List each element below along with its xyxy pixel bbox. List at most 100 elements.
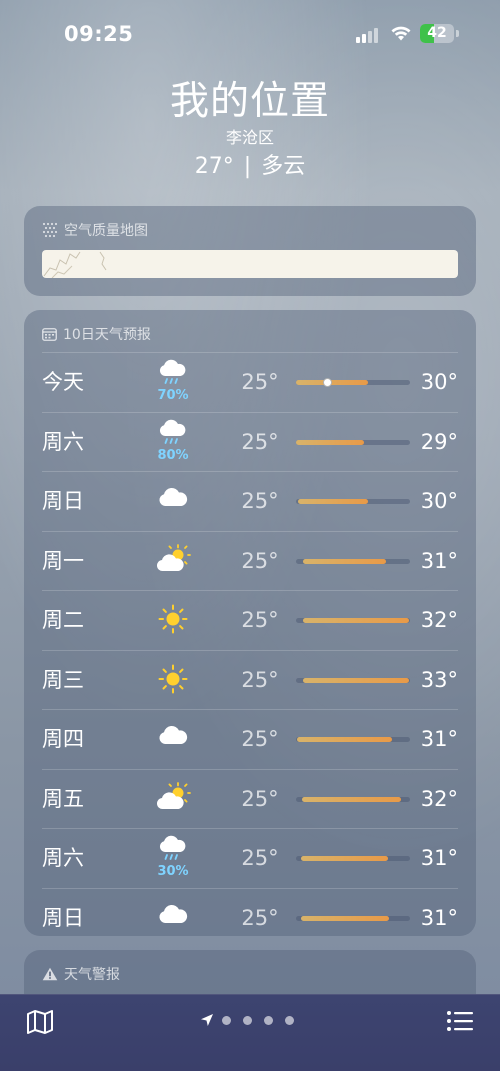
temp-range-fill: [302, 618, 409, 623]
forecast-day: 周六: [42, 429, 84, 454]
cloud-icon: [148, 710, 198, 768]
forecast-row[interactable]: 今天 70% 25° 30°: [42, 352, 458, 412]
low-temp: 25°: [241, 548, 279, 573]
high-temp: 33°: [420, 667, 458, 692]
forecast-title: 10日天气预报: [63, 327, 151, 343]
battery-level: 42: [427, 25, 447, 41]
forecast-row[interactable]: 周二 25° 32°: [42, 590, 458, 650]
low-temp: 25°: [241, 489, 279, 513]
precip-chance: 70%: [157, 388, 189, 403]
sun-icon: [148, 651, 198, 709]
page-dot[interactable]: [243, 1015, 252, 1025]
list-icon[interactable]: [446, 1009, 474, 1033]
temp-range-bar: [296, 499, 410, 504]
temp-range-fill: [297, 737, 392, 742]
temp-range-bar: [296, 856, 410, 861]
forecast-day: 周二: [42, 608, 84, 632]
status-bar: 09:25 42: [0, 0, 500, 60]
rain-icon: 70%: [148, 353, 198, 411]
air-quality-map[interactable]: [42, 250, 458, 278]
sun-icon: [148, 591, 198, 649]
forecast-card: 10日天气预报 今天 70% 25° 30° 周六 80% 25° 29° 周日 25° 30° 周一…: [24, 310, 476, 936]
low-temp: 25°: [241, 608, 279, 632]
temp-range-fill: [298, 499, 368, 504]
high-temp: 32°: [420, 786, 458, 811]
battery-nub: [456, 30, 459, 37]
cloud-icon: [148, 889, 198, 947]
high-temp: 29°: [420, 429, 458, 454]
temp-range-fill: [296, 439, 365, 445]
sun-cloud-icon: [148, 770, 198, 828]
temp-range-bar: [296, 378, 410, 387]
forecast-header: 10日天气预报: [42, 324, 151, 344]
temp-range-fill: [296, 380, 368, 385]
high-temp: 31°: [420, 727, 458, 751]
temp-range-bar: [296, 558, 410, 564]
forecast-day: 周日: [42, 489, 84, 513]
low-temp: 25°: [241, 905, 279, 930]
low-temp: 25°: [241, 727, 279, 751]
sun-cloud-icon: [148, 532, 198, 590]
precip-chance: 80%: [157, 447, 189, 463]
page-dot[interactable]: [222, 1015, 231, 1025]
temp-range-bar: [296, 796, 410, 802]
temp-range-bar: [296, 677, 410, 683]
rain-icon: 30%: [148, 829, 198, 887]
temp-range-fill: [300, 856, 389, 861]
forecast-row[interactable]: 周日 25° 31°: [42, 887, 458, 948]
status-time: 09:25: [64, 22, 134, 46]
map-icon[interactable]: [26, 1009, 54, 1035]
low-temp: 25°: [241, 786, 279, 811]
temp-range-bar: [296, 737, 410, 742]
high-temp: 31°: [420, 846, 458, 870]
forecast-day: 今天: [42, 370, 84, 394]
forecast-day: 周五: [42, 786, 84, 811]
temp-range-fill: [302, 558, 387, 564]
forecast-list: 今天 70% 25° 30° 周六 80% 25° 29° 周日 25° 30° 周一 25° 31° 周二…: [42, 352, 458, 947]
separator: |: [243, 154, 252, 179]
rain-icon: 80%: [148, 413, 198, 471]
current-temp-indicator: [322, 378, 332, 387]
cloud-icon: [148, 472, 198, 530]
calendar-icon: [42, 328, 57, 341]
battery-icon: 42: [420, 24, 454, 43]
air-quality-icon: [42, 222, 58, 238]
low-temp: 25°: [241, 846, 279, 870]
current-temp: 27°: [194, 154, 234, 179]
low-temp: 25°: [241, 667, 279, 692]
page-indicator[interactable]: [200, 1013, 306, 1027]
forecast-row[interactable]: 周五 25° 32°: [42, 768, 458, 829]
temp-range-bar: [296, 439, 410, 445]
forecast-day: 周六: [42, 846, 84, 870]
location-header: 我的位置 李沧区 27° | 多云: [0, 78, 500, 182]
temp-range-bar: [296, 915, 410, 921]
high-temp: 31°: [420, 548, 458, 573]
weather-alert-title: 天气警报: [64, 967, 120, 983]
air-quality-card[interactable]: 空气质量地图: [24, 206, 476, 296]
location-arrow-icon: [201, 1014, 213, 1026]
temp-range-fill: [301, 796, 401, 802]
forecast-day: 周三: [42, 667, 84, 692]
forecast-row[interactable]: 周六 80% 25° 29°: [42, 411, 458, 472]
temp-range-bar: [296, 618, 410, 623]
page-dot[interactable]: [285, 1015, 294, 1025]
weather-alert-header: 天气警报: [42, 964, 120, 984]
district-label: 李沧区: [225, 128, 274, 147]
map-coastline: [43, 251, 107, 278]
forecast-day: 周日: [42, 905, 84, 930]
high-temp: 31°: [420, 905, 458, 930]
air-quality-title: 空气质量地图: [64, 223, 148, 239]
current-conditions: 27° | 多云: [0, 152, 500, 182]
warning-icon: [42, 967, 58, 981]
forecast-row[interactable]: 周三 25° 33°: [42, 649, 458, 710]
forecast-row[interactable]: 周六 30% 25° 31°: [42, 828, 458, 888]
page-dot[interactable]: [264, 1015, 273, 1025]
low-temp: 25°: [241, 370, 279, 394]
location-title: 我的位置: [169, 79, 330, 124]
low-temp: 25°: [241, 429, 279, 454]
forecast-row[interactable]: 周日 25° 30°: [42, 471, 458, 531]
forecast-row[interactable]: 周一 25° 31°: [42, 530, 458, 591]
high-temp: 30°: [420, 370, 458, 394]
forecast-row[interactable]: 周四 25° 31°: [42, 709, 458, 769]
bottom-toolbar: [0, 994, 500, 1071]
